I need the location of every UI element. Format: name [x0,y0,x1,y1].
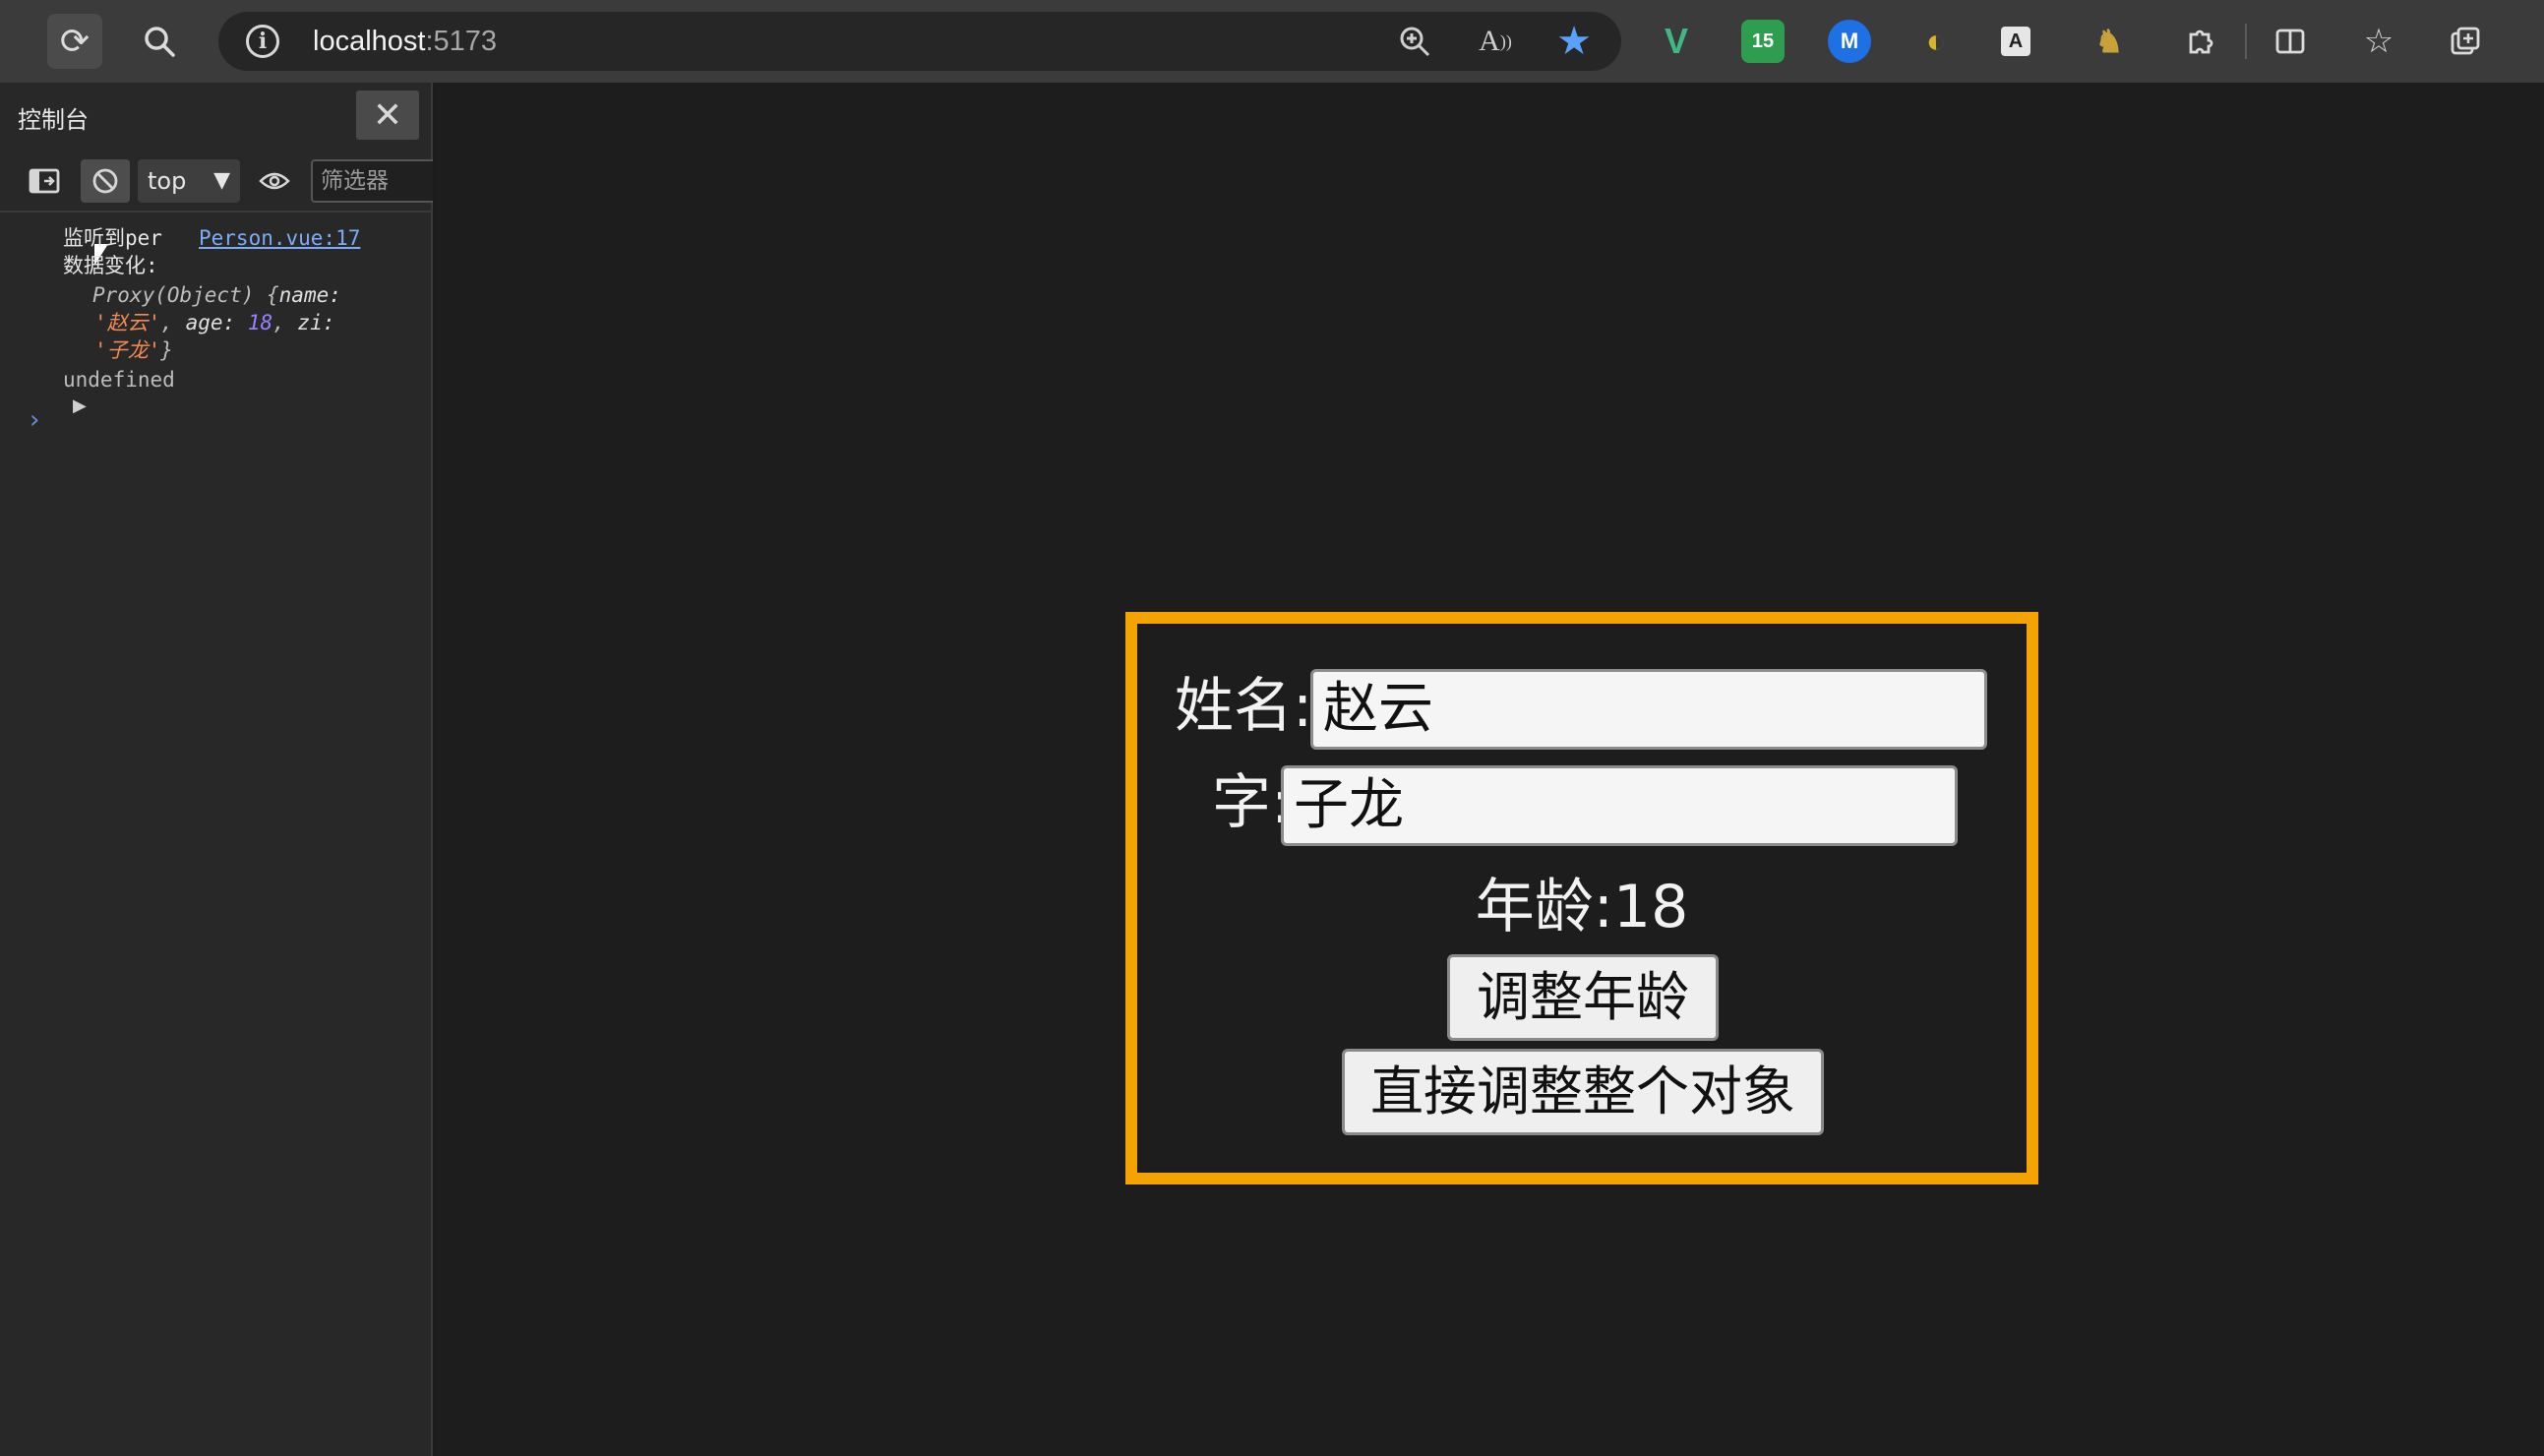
log-text-line2: 数据变化: [63,254,158,277]
url-host: localhost [313,26,426,57]
log-object-tail: '子龙'} [94,336,173,364]
reload-icon[interactable]: ⟳ [47,14,102,69]
browser-toolbar: ⟳ i localhost:5173 A)) ★ V 15 M ◐ A ♞ ☆ [0,0,2544,83]
extensions-icon[interactable] [2172,14,2227,69]
name-label: 姓名: [1175,672,1313,741]
read-aloud-icon[interactable]: A)) [1470,16,1521,67]
person-card: 姓名: 赵云 字: 子龙 年龄:18 调整年龄 直接调整整个对象 [1125,612,2038,1184]
vue-devtools-extension[interactable]: V [1655,20,1698,63]
console-prompt-icon[interactable]: › [30,405,39,435]
info-icon[interactable]: i [246,25,279,58]
collections-icon[interactable] [2438,14,2493,69]
split-screen-icon[interactable] [2263,14,2318,69]
a-extension[interactable]: A [2001,27,2030,56]
clear-console-icon[interactable] [81,159,130,203]
age-text: 年龄:18 [1475,873,1689,941]
close-icon[interactable]: ✕ [356,91,419,140]
context-selector[interactable]: top ▼ [138,159,240,203]
log-close: } [160,338,173,362]
zi-label: 字: [1212,768,1292,837]
filter-input[interactable]: 筛选器 [311,159,433,203]
log-val-age: 18 [247,311,273,334]
log-sep1: , [160,311,186,334]
search-icon[interactable] [132,14,187,69]
log-source-link[interactable]: Person.vue:17 [199,224,360,252]
log-object-line[interactable]: '赵云', age: 18, zi: [94,309,334,336]
console-title: 控制台 [18,106,89,134]
devtools-console-panel: 控制台 ✕ top ▼ 筛选器 监听到per Person.vue:17 数据变… [0,83,433,1456]
eye-icon[interactable] [250,159,299,203]
favorite-star-icon[interactable]: ★ [1548,16,1600,67]
mascot-extension[interactable]: ♞ [2088,20,2131,63]
page-viewport: 姓名: 赵云 字: 子龙 年龄:18 调整年龄 直接调整整个对象 [435,83,2544,1456]
replace-object-button[interactable]: 直接调整整个对象 [1342,1049,1824,1135]
log-sep2: , [273,311,298,334]
context-label: top [148,167,187,195]
blue-extension[interactable]: M [1828,20,1871,63]
chevron-down-icon: ▼ [213,168,230,193]
log-val-zi: '子龙' [94,338,161,362]
url-text[interactable]: localhost:5173 [313,24,497,59]
zi-input[interactable]: 子龙 [1281,765,1958,846]
log-proxy-label: Proxy(Object) { [92,283,279,307]
console-toolbar: top ▼ 筛选器 [0,150,433,212]
address-bar[interactable]: i localhost:5173 A)) ★ [218,12,1621,71]
log-proxy-head: Proxy(Object) {name: [92,281,341,309]
log-key-age: age: [185,311,236,334]
log-text-line1: 监听到per [63,226,162,250]
log-val-name: '赵云' [94,311,161,334]
log-undefined: undefined [63,368,175,392]
url-port: :5173 [425,26,498,57]
favorites-icon[interactable]: ☆ [2351,14,2406,69]
adjust-age-button[interactable]: 调整年龄 [1447,954,1719,1041]
zoom-icon[interactable] [1389,16,1440,67]
badge-extension[interactable]: 15 [1741,20,1785,63]
log-key-name: name: [278,283,341,307]
toolbar-separator [2245,24,2247,59]
sidebar-toggle-icon[interactable] [20,159,69,203]
globe-extension[interactable]: ◐ [1914,20,1958,63]
log-key-zi: zi: [297,311,335,334]
name-input[interactable]: 赵云 [1310,669,1987,750]
expand-triangle-icon[interactable]: ▶ [73,395,87,416]
